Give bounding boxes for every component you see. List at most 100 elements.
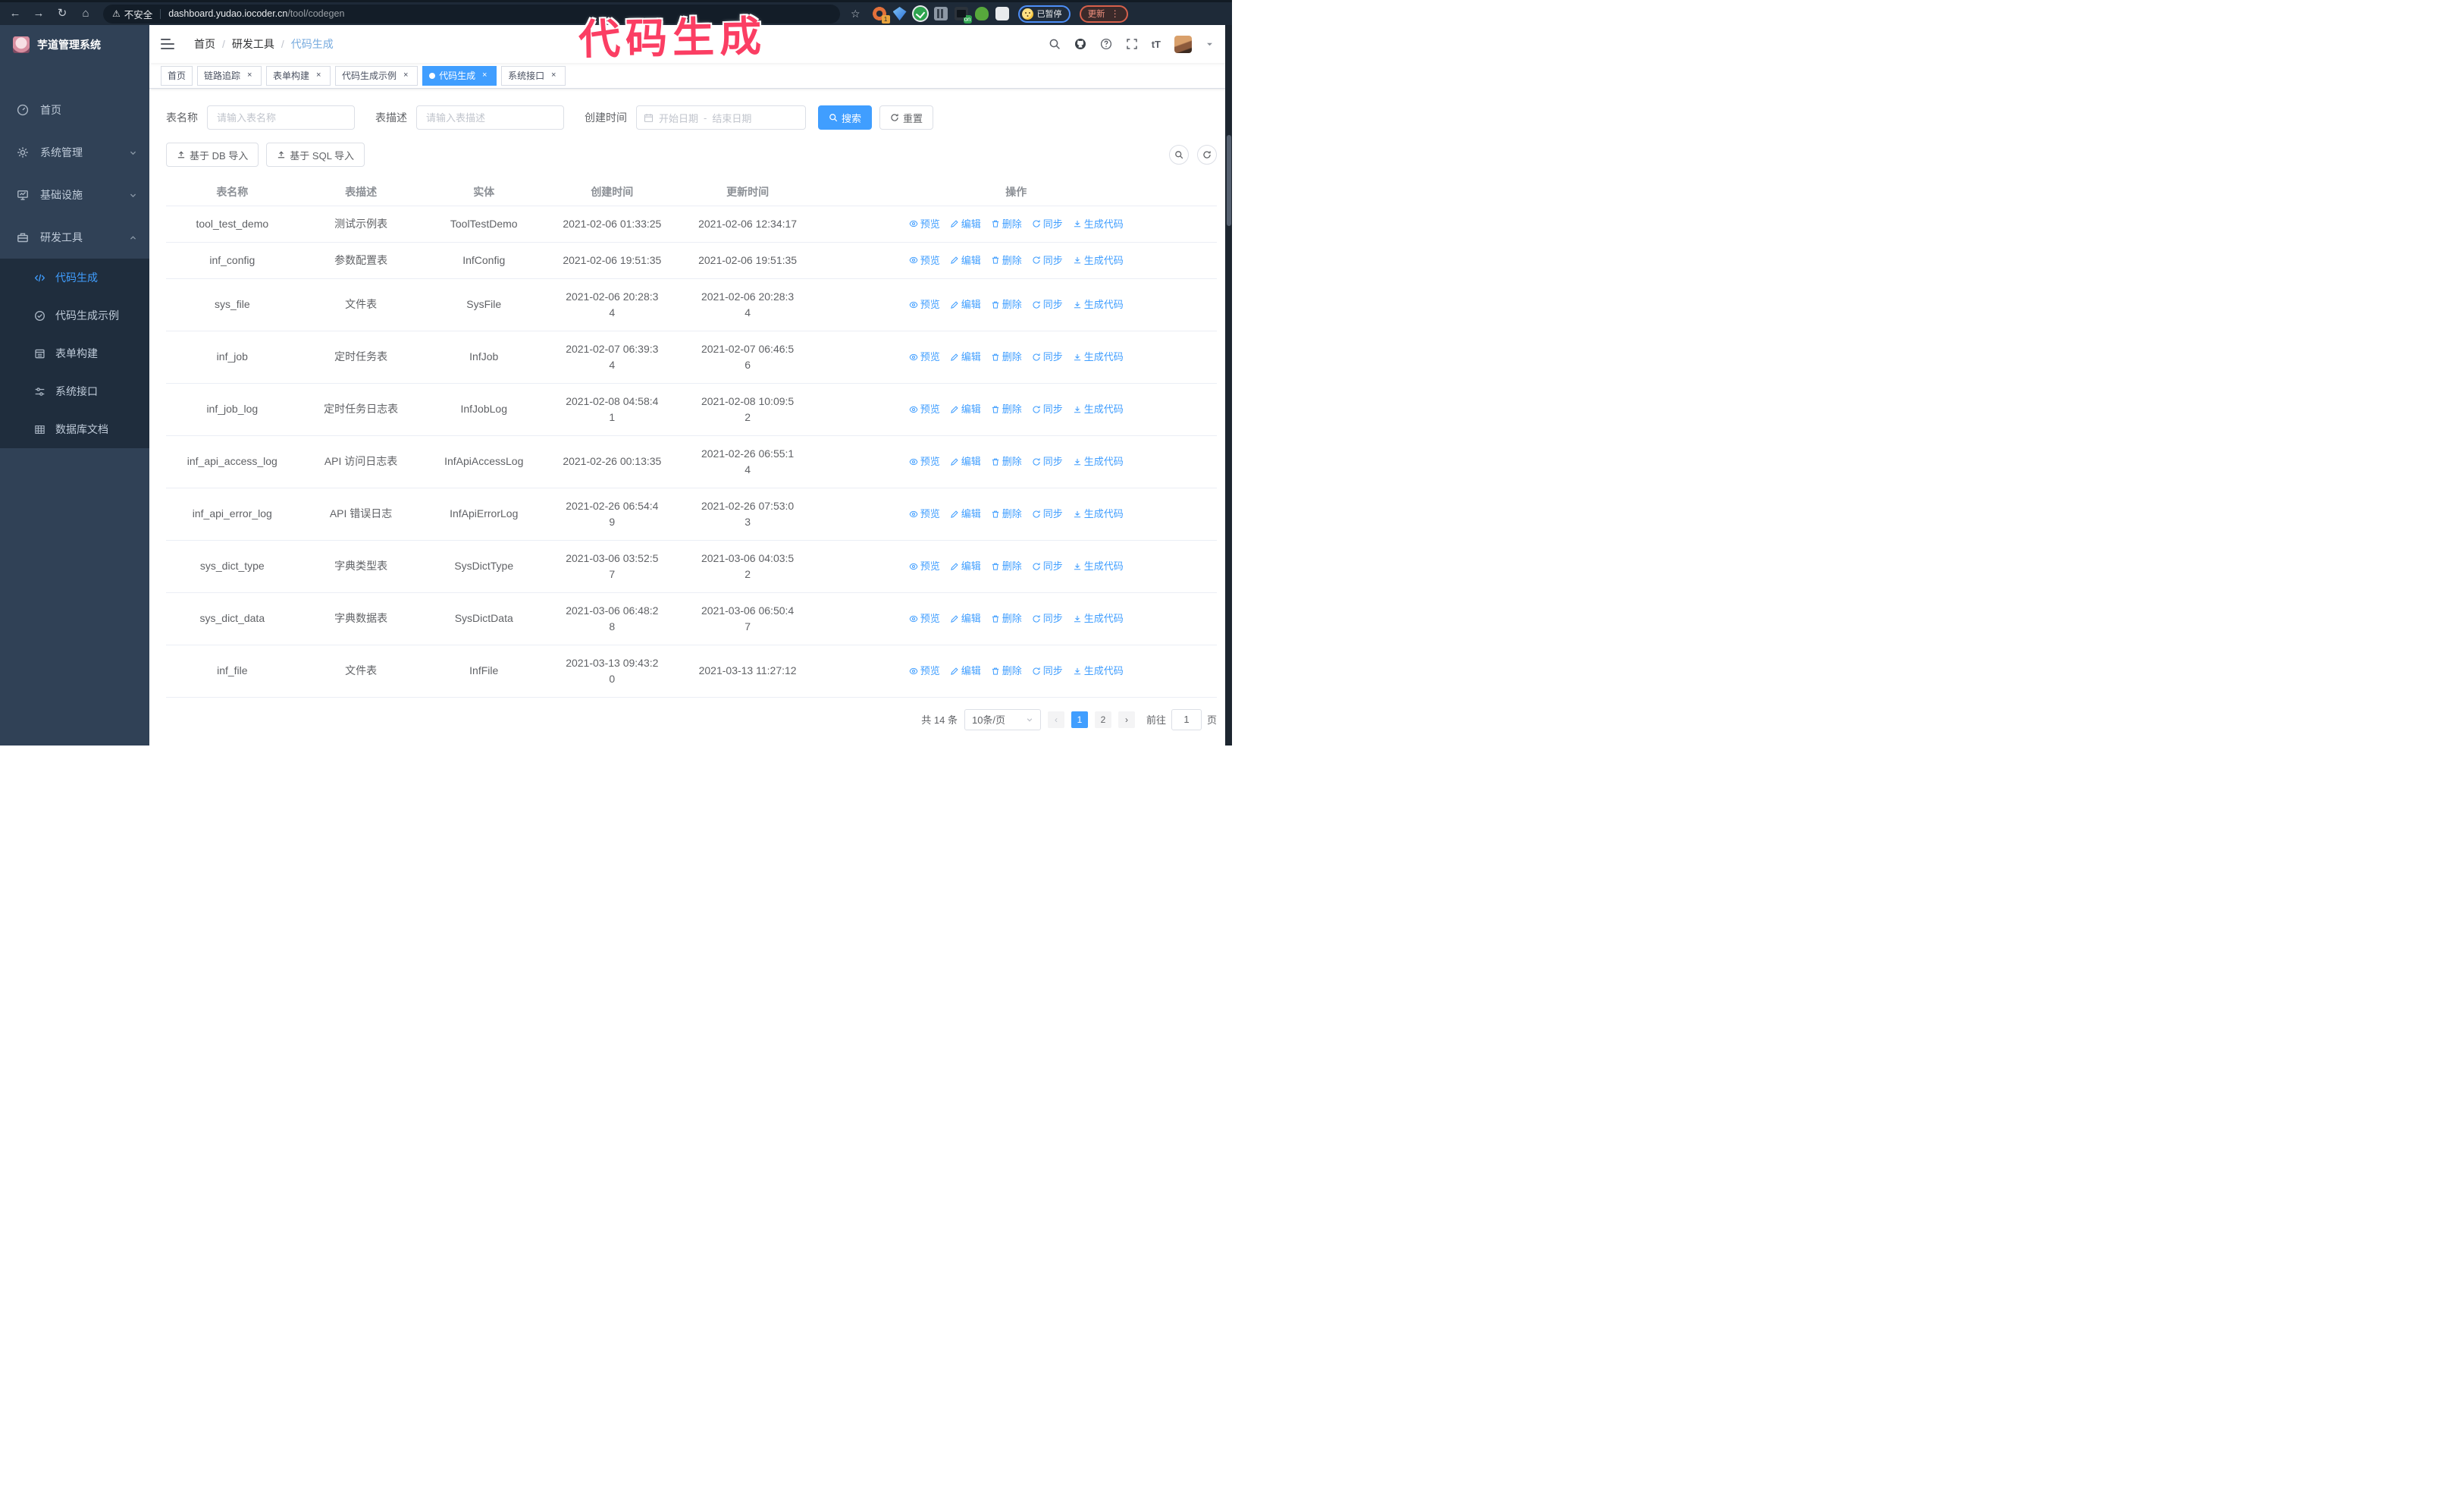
preview-link[interactable]: 预览 (909, 401, 940, 417)
sync-link[interactable]: 同步 (1032, 349, 1063, 365)
tab[interactable]: 链路追踪 × (197, 65, 262, 86)
sidebar-item-codegen-example[interactable]: 代码生成示例 (0, 297, 149, 334)
edit-link[interactable]: 编辑 (950, 297, 981, 312)
preview-link[interactable]: 预览 (909, 216, 940, 232)
page-button-1[interactable]: 1 (1071, 711, 1088, 728)
preview-link[interactable]: 预览 (909, 454, 940, 469)
table-desc-input[interactable] (416, 105, 564, 130)
table-name-input[interactable] (207, 105, 355, 130)
delete-link[interactable]: 删除 (991, 454, 1022, 469)
sidebar-logo[interactable]: 芋道管理系统 (0, 25, 149, 64)
scrollbar-thumb[interactable] (1226, 135, 1231, 226)
generate-code-link[interactable]: 生成代码 (1073, 297, 1124, 312)
search-button[interactable]: 搜索 (818, 105, 873, 130)
bookmark-star-icon[interactable]: ☆ (851, 8, 861, 20)
edit-link[interactable]: 编辑 (950, 506, 981, 522)
preview-link[interactable]: 预览 (909, 558, 940, 574)
extension-shield-icon[interactable] (913, 7, 927, 20)
sidebar-item-devtools[interactable]: 研发工具 (0, 216, 149, 259)
page-button-2[interactable]: 2 (1094, 711, 1111, 728)
delete-link[interactable]: 删除 (991, 253, 1022, 268)
generate-code-link[interactable]: 生成代码 (1073, 349, 1124, 365)
browser-update-button[interactable]: 更新 ⋮ (1079, 5, 1128, 23)
extension-switch-icon[interactable]: on (954, 7, 972, 24)
delete-link[interactable]: 删除 (991, 349, 1022, 365)
tab[interactable]: 首页 (161, 65, 193, 86)
delete-link[interactable]: 删除 (991, 663, 1022, 679)
tab[interactable]: 代码生成示例 × (335, 65, 419, 86)
extension-alien-icon[interactable] (974, 7, 989, 20)
sidebar-item-infra[interactable]: 基础设施 (0, 174, 149, 216)
extension-columns-icon[interactable] (933, 7, 948, 20)
generate-code-link[interactable]: 生成代码 (1073, 253, 1124, 268)
fullscreen-icon[interactable] (1126, 38, 1138, 50)
search-icon[interactable] (1049, 38, 1061, 50)
user-avatar[interactable] (1174, 35, 1192, 53)
window-scrollbar[interactable] (1225, 25, 1232, 746)
browser-home-icon[interactable]: ⌂ (77, 5, 94, 22)
edit-link[interactable]: 编辑 (950, 558, 981, 574)
sync-link[interactable]: 同步 (1032, 297, 1063, 312)
toggle-search-button[interactable] (1169, 145, 1189, 165)
sidebar-item-home[interactable]: 首页 (0, 89, 149, 131)
generate-code-link[interactable]: 生成代码 (1073, 558, 1124, 574)
preview-link[interactable]: 预览 (909, 506, 940, 522)
edit-link[interactable]: 编辑 (950, 216, 981, 232)
sync-link[interactable]: 同步 (1032, 216, 1063, 232)
breadcrumb-home[interactable]: 首页 (194, 36, 215, 52)
browser-reload-icon[interactable]: ↻ (54, 5, 71, 22)
generate-code-link[interactable]: 生成代码 (1073, 663, 1124, 679)
sync-link[interactable]: 同步 (1032, 454, 1063, 469)
refresh-table-button[interactable] (1197, 145, 1217, 165)
browser-profile-chip[interactable]: 已暂停 (1017, 5, 1071, 23)
sidebar-item-codegen[interactable]: 代码生成 (0, 259, 149, 297)
delete-link[interactable]: 删除 (991, 401, 1022, 417)
browser-menu-icon[interactable]: ⋮ (1111, 8, 1120, 19)
edit-link[interactable]: 编辑 (950, 401, 981, 417)
tab[interactable]: 系统接口 × (501, 65, 566, 86)
sync-link[interactable]: 同步 (1032, 558, 1063, 574)
caret-down-icon[interactable] (1205, 40, 1214, 49)
generate-code-link[interactable]: 生成代码 (1073, 506, 1124, 522)
tab[interactable]: 代码生成 × (422, 65, 497, 86)
preview-link[interactable]: 预览 (909, 253, 940, 268)
sidebar-item-system-api[interactable]: 系统接口 (0, 372, 149, 410)
sync-link[interactable]: 同步 (1032, 253, 1063, 268)
preview-link[interactable]: 预览 (909, 611, 940, 626)
delete-link[interactable]: 删除 (991, 506, 1022, 522)
edit-link[interactable]: 编辑 (950, 253, 981, 268)
generate-code-link[interactable]: 生成代码 (1073, 454, 1124, 469)
tab-close-icon[interactable]: × (313, 71, 324, 81)
tab-close-icon[interactable]: × (244, 71, 255, 81)
preview-link[interactable]: 预览 (909, 663, 940, 679)
edit-link[interactable]: 编辑 (950, 349, 981, 365)
reset-button[interactable]: 重置 (879, 105, 934, 130)
generate-code-link[interactable]: 生成代码 (1073, 611, 1124, 626)
delete-link[interactable]: 删除 (991, 611, 1022, 626)
prev-page-button[interactable]: ‹ (1047, 711, 1064, 728)
breadcrumb-devtools[interactable]: 研发工具 (232, 36, 274, 52)
goto-page-input[interactable] (1171, 708, 1202, 730)
tab-close-icon[interactable]: × (548, 71, 559, 81)
generate-code-link[interactable]: 生成代码 (1073, 401, 1124, 417)
browser-back-icon[interactable]: ← (7, 5, 24, 22)
sync-link[interactable]: 同步 (1032, 506, 1063, 522)
browser-forward-icon[interactable]: → (30, 5, 47, 22)
delete-link[interactable]: 删除 (991, 558, 1022, 574)
import-sql-button[interactable]: 基于 SQL 导入 (266, 143, 365, 167)
extensions-puzzle-icon[interactable] (995, 7, 1009, 20)
generate-code-link[interactable]: 生成代码 (1073, 216, 1124, 232)
extension-donut-icon[interactable]: 1 (872, 7, 890, 24)
hamburger-icon[interactable] (161, 39, 174, 49)
sync-link[interactable]: 同步 (1032, 611, 1063, 626)
tab[interactable]: 表单构建 × (266, 65, 331, 86)
preview-link[interactable]: 预览 (909, 297, 940, 312)
tab-close-icon[interactable]: × (479, 71, 490, 81)
import-db-button[interactable]: 基于 DB 导入 (166, 143, 259, 167)
edit-link[interactable]: 编辑 (950, 611, 981, 626)
sidebar-item-system[interactable]: 系统管理 (0, 131, 149, 174)
delete-link[interactable]: 删除 (991, 216, 1022, 232)
extension-gem-icon[interactable] (892, 7, 907, 20)
next-page-button[interactable]: › (1118, 711, 1135, 728)
github-icon[interactable] (1074, 38, 1086, 50)
